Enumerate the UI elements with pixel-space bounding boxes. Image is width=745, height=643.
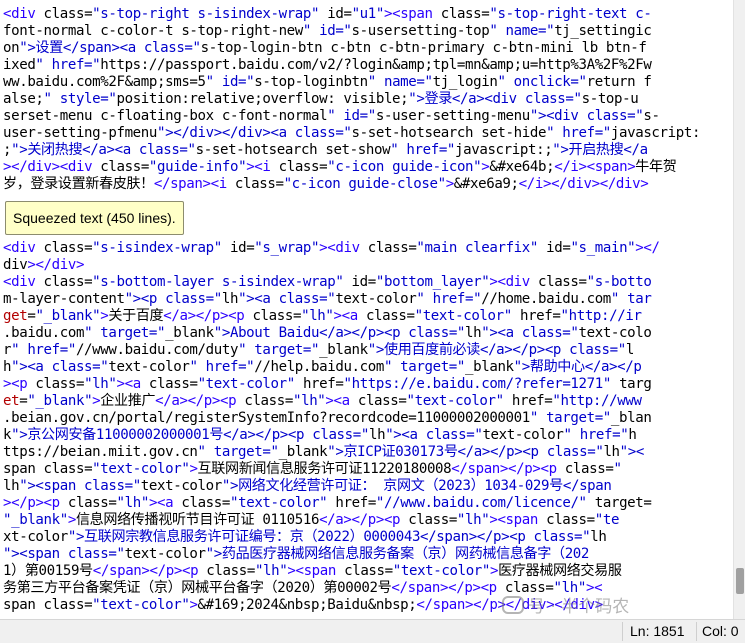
code-line: 1）第00159号</span></p><p class="lh"><span … [3, 563, 622, 579]
code-line: ><p class="lh"><a class="text-color" hre… [3, 376, 652, 392]
code-line: ></p><p class="lh"><a class="text-color"… [3, 495, 652, 511]
code-line: lh"><span class="text-color">网络文化经营许可证： … [3, 478, 612, 494]
code-line: ww.baidu.com%2F&amp;sms=5" id="s-top-log… [3, 74, 652, 90]
column-number-indicator: Col: 0 [702, 623, 739, 639]
code-line: r" href="//www.baidu.com/duty" target="_… [3, 342, 634, 358]
status-separator [622, 622, 623, 641]
code-line: ></div><div class="guide-info"><i class=… [3, 159, 677, 175]
code-line: ttps://beian.miit.gov.cn" target="_blank… [3, 444, 644, 460]
code-line: <div class="s-bottom-layer s-isindex-wra… [3, 274, 652, 290]
vertical-scrollbar[interactable] [733, 0, 745, 619]
code-line: span class="text-color">互联网新闻信息服务许可证1122… [3, 461, 622, 477]
code-line: serset-menu c-floating-box c-font-normal… [3, 108, 660, 124]
scrollbar-thumb[interactable] [736, 568, 744, 594]
code-line: et="_blank">企业推广</a></p><p class="lh"><a… [3, 393, 642, 409]
code-line: k">京公网安备11000002000001号</a></p><p class=… [3, 427, 637, 443]
code-line: h"><a class="text-color" href="//help.ba… [3, 359, 642, 375]
code-line: .beian.gov.cn/portal/registerSystemInfo?… [3, 410, 652, 426]
code-line: user-setting-pfmenu"></div></div><a clas… [3, 125, 701, 141]
code-line: ixed" href="https://passport.baidu.com/v… [3, 57, 652, 73]
code-line: span class="text-color">&#169;2024&nbsp;… [3, 597, 603, 613]
code-block-top: <div class="s-top-right s-isindex-wrap" … [3, 6, 731, 193]
code-line: "><span class="text-color">药品医疗器械网络信息服务备… [3, 546, 590, 562]
line-number-indicator: Ln: 1851 [630, 623, 685, 639]
code-editor[interactable]: <div class="s-top-right s-isindex-wrap" … [0, 0, 733, 619]
code-line: "_blank">信息网络传播视听节目许可证 0110516</a></p><p… [3, 512, 620, 528]
status-bar: Ln: 1851 Col: 0 [0, 619, 745, 643]
code-line: 岁，登录设置新春皮肤！</span><i class="c-icon guide… [3, 176, 649, 192]
code-line: ;">关闭热搜</a><a class="s-set-hotsearch set… [3, 142, 648, 158]
code-block-bottom: <div class="s-isindex-wrap" id="s_wrap">… [3, 240, 731, 614]
code-line: div></div> [3, 257, 85, 273]
code-line: on">设置</span><a class="s-top-login-btn c… [3, 40, 647, 56]
code-line: alse;" style="position:relative;overflow… [3, 91, 639, 107]
code-line: <div class="s-isindex-wrap" id="s_wrap">… [3, 240, 660, 256]
code-line: xt-color">互联网宗教信息服务许可证编号：京（2022）0000043<… [3, 529, 607, 545]
code-line: font-normal c-color-t s-top-right-new" i… [3, 23, 652, 39]
status-message-area [0, 620, 620, 643]
status-separator [696, 622, 697, 641]
code-line: m-layer-content"><p class="lh"><a class=… [3, 291, 652, 307]
squeezed-text-button[interactable]: Squeezed text (450 lines). [5, 201, 184, 235]
code-line: <div class="s-top-right s-isindex-wrap" … [3, 6, 652, 22]
code-line: get="_blank">关于百度</a></p><p class="lh"><… [3, 308, 642, 324]
code-line: .baidu.com" target="_blank">About Baidu<… [3, 325, 652, 341]
code-line: 务第三方平台备案凭证（京）网械平台备字（2020）第00002号</span><… [3, 580, 603, 596]
